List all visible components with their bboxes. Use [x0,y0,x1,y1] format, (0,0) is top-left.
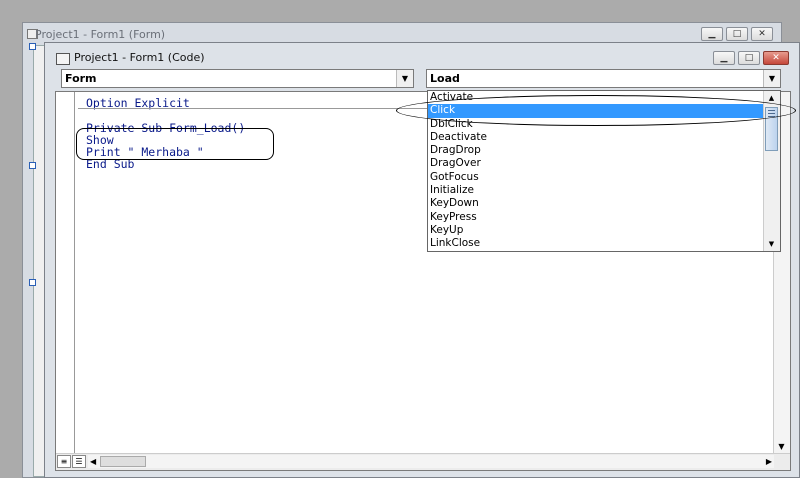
full-module-view-button[interactable]: ☰ [72,455,86,468]
form-window-title: Project1 - Form1 (Form) [35,28,166,41]
scroll-left-icon[interactable]: ◀ [90,455,96,468]
list-vertical-scrollbar[interactable]: ▲ ▼ [763,91,780,251]
list-item[interactable]: GotFocus [428,171,764,184]
editor-horizontal-scrollbar[interactable]: ◀ ▶ [88,455,774,468]
editor-bottom-bar: ≡ ☰ ◀ ▶ [56,453,790,470]
list-item[interactable]: KeyUp [428,224,764,237]
form-maximize-button[interactable]: □ [726,27,748,41]
minimize-button[interactable]: ▁ [713,51,735,65]
chevron-down-icon[interactable]: ▼ [763,70,780,87]
scroll-right-icon[interactable]: ▶ [766,455,772,468]
resize-handle[interactable] [29,162,36,169]
procedure-combobox-value: Load [430,72,460,85]
code-window-icon [56,53,70,65]
resize-handle[interactable] [29,279,36,286]
code-line[interactable]: End Sub [86,157,134,171]
list-item[interactable]: Activate [428,91,764,104]
editor-margin[interactable] [56,92,75,454]
list-item[interactable]: KeyPress [428,211,764,224]
scroll-up-icon[interactable]: ▲ [764,91,779,105]
procedure-combobox[interactable]: Load ▼ [426,69,781,88]
code-window[interactable]: Project1 - Form1 (Code) ▁ □ ✕ Form ▼ Loa… [44,42,800,478]
list-item[interactable]: DragDrop [428,144,764,157]
form-window-controls: ▁ □ ✕ [701,27,773,41]
scroll-down-icon[interactable]: ▼ [764,237,779,251]
list-item[interactable]: LinkClose [428,237,764,250]
list-item[interactable]: Initialize [428,184,764,197]
maximize-button[interactable]: □ [738,51,760,65]
procedure-dropdown-list[interactable]: Activate Click DblClick Deactivate DragD… [427,90,781,252]
list-item[interactable]: DblClick [428,118,764,131]
code-window-controls: ▁ □ ✕ [713,51,789,65]
object-combobox-value: Form [65,72,97,85]
form-close-button[interactable]: ✕ [751,27,773,41]
list-item[interactable]: DragOver [428,157,764,170]
resize-handle[interactable] [29,43,36,50]
list-scroll-thumb[interactable] [765,107,778,151]
form-minimize-button[interactable]: ▁ [701,27,723,41]
code-window-title: Project1 - Form1 (Code) [74,51,205,64]
object-combobox[interactable]: Form ▼ [61,69,414,88]
list-item-selected[interactable]: Click [428,104,764,118]
chevron-down-icon[interactable]: ▼ [396,70,413,87]
list-item[interactable]: KeyDown [428,197,764,210]
list-item[interactable]: Deactivate [428,131,764,144]
procedure-view-button[interactable]: ≡ [57,455,71,468]
horizontal-scroll-thumb[interactable] [100,456,146,467]
close-button[interactable]: ✕ [763,51,789,65]
scroll-down-icon[interactable]: ▼ [774,439,789,454]
